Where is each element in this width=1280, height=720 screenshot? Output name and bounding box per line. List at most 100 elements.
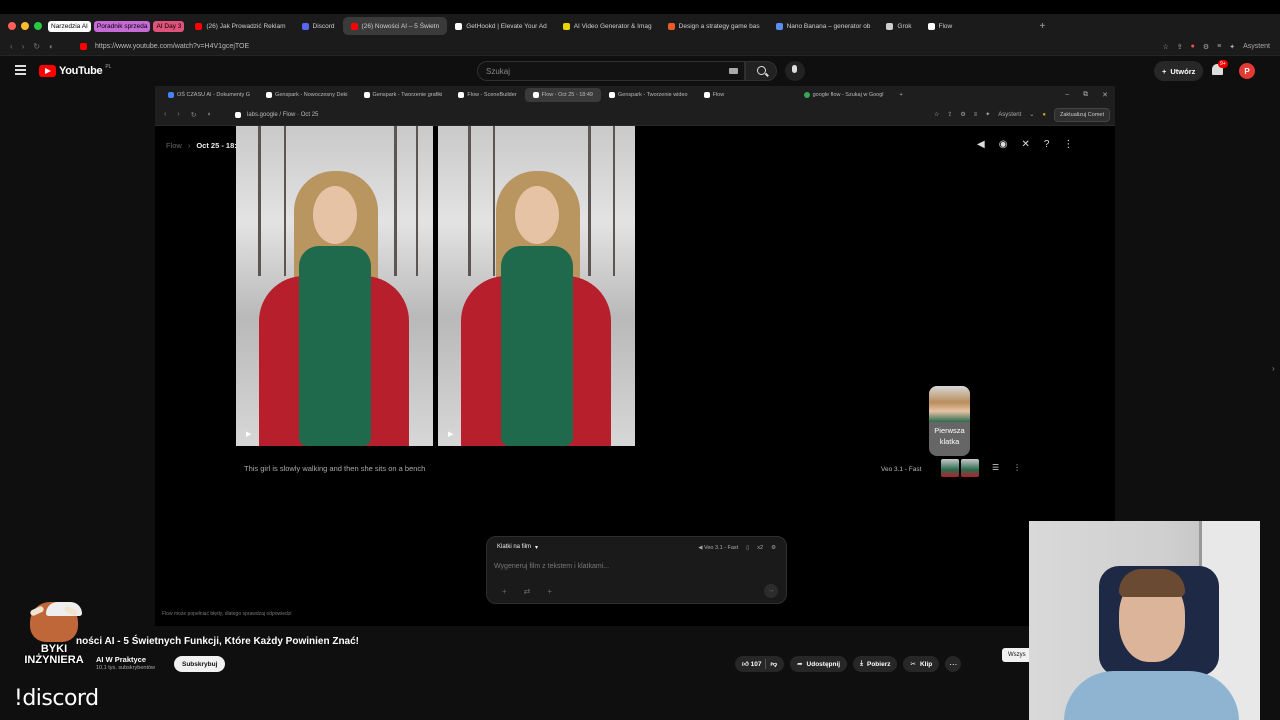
like-button[interactable]: 👍︎ 107 [742, 660, 761, 668]
model-selector[interactable]: ◀ Veo 3.1 - Fast [698, 545, 738, 551]
add-last-frame-icon[interactable]: + [547, 587, 552, 596]
browser-tab[interactable]: Grok [878, 17, 919, 35]
breadcrumb-root[interactable]: Flow [166, 141, 182, 150]
output-count[interactable]: x2 [757, 545, 763, 551]
send-arrow-icon[interactable]: → [764, 584, 778, 598]
help-icon[interactable]: ? [1044, 139, 1050, 150]
back-icon[interactable]: ‹ [164, 111, 166, 119]
menu-icon[interactable] [15, 65, 26, 77]
more-actions-button[interactable]: ⋯ [945, 656, 962, 672]
shield-icon[interactable]: ◐ [208, 111, 212, 119]
minimize-window-icon[interactable] [21, 22, 29, 30]
inner-new-tab-button[interactable]: + [892, 88, 911, 102]
bookmark-pill[interactable]: AI Day 3 [153, 20, 185, 32]
youtube-logo[interactable]: YouTube PL [39, 64, 111, 77]
maximize-window-icon[interactable] [34, 22, 42, 30]
assistant-button[interactable]: Asystent [1243, 43, 1270, 50]
sparkle-icon[interactable]: ✦ [1229, 43, 1235, 51]
browser-tab[interactable]: Flow [920, 17, 1030, 35]
chevron-down-icon[interactable]: ⌄ [1029, 111, 1034, 118]
menu-icon[interactable]: ≡ [974, 112, 978, 118]
extension-icon[interactable]: ● [1191, 43, 1195, 50]
avatar[interactable]: P [1239, 63, 1255, 79]
create-button[interactable]: + Utwórz [1154, 61, 1204, 81]
sparkle-icon[interactable]: ✦ [985, 111, 990, 118]
restore-icon[interactable]: ⧉ [1083, 91, 1088, 99]
channel-name[interactable]: AI W Praktyce [96, 655, 146, 664]
bookmark-pill[interactable]: Narzedzia AI [48, 20, 91, 32]
download-button[interactable]: ⤓ Pobierz [853, 656, 898, 672]
chevron-right-icon[interactable]: › [1272, 364, 1275, 373]
bookmark-star-icon[interactable]: ☆ [934, 111, 939, 118]
shield-icon[interactable]: ◐ [49, 42, 54, 51]
forward-icon[interactable]: › [22, 42, 25, 51]
swap-frames-icon[interactable]: ⇄ [524, 587, 531, 596]
search-button[interactable] [745, 61, 777, 81]
inner-browser-tab[interactable]: Genspark - Nowoczesny Deki [258, 88, 355, 102]
browser-tab[interactable]: GetHookd | Elevate Your Ad [447, 17, 554, 35]
share-icon[interactable]: ⇪ [947, 111, 952, 118]
extension-icon[interactable]: ● [1042, 112, 1046, 118]
list-icon[interactable]: ☰ [992, 463, 999, 472]
add-first-frame-icon[interactable]: + [502, 587, 507, 596]
forward-icon[interactable]: › [177, 111, 179, 119]
search-input[interactable]: Szukaj [477, 61, 745, 81]
browser-tab[interactable]: AI Video Generator & Imag [555, 17, 660, 35]
settings-icon[interactable]: ⚙ [960, 111, 965, 118]
update-comet-button[interactable]: Zaktualizuj Comet [1053, 107, 1110, 122]
inner-browser-tab-active[interactable]: Flow - Oct 25 - 18:49 [524, 88, 601, 102]
reload-icon[interactable]: ↻ [191, 111, 197, 119]
aspect-ratio-icon[interactable]: ▯ [746, 545, 749, 551]
frame-thumbnail[interactable] [961, 459, 979, 477]
inner-url-field[interactable]: labs.google / Flow · Oct 25 [247, 112, 318, 118]
inner-browser-tab[interactable]: Flow [696, 88, 796, 102]
share-icon[interactable]: ⇪ [1177, 43, 1183, 51]
play-icon[interactable]: ▶ [448, 430, 453, 438]
settings-sliders-icon[interactable]: ⚙ [771, 545, 776, 551]
x-logo-icon[interactable]: ✕ [1021, 139, 1029, 150]
speaker-icon[interactable]: ◀ [977, 139, 985, 150]
more-vertical-icon[interactable]: ⋮ [1013, 463, 1021, 472]
close-icon[interactable]: ✕ [1102, 91, 1108, 99]
bookmark-star-icon[interactable]: ☆ [1163, 43, 1169, 51]
frame-thumbnail[interactable] [941, 459, 959, 477]
browser-tab[interactable]: Design a strategy game bas [660, 17, 768, 35]
thumbs-up-icon: 👍︎ [742, 661, 751, 668]
mode-dropdown[interactable]: Klatki na film ▾ [497, 544, 538, 551]
url-field[interactable]: https://www.youtube.com/watch?v=H4V1gcej… [95, 43, 249, 50]
clip-button[interactable]: ✂ Klip [903, 656, 940, 672]
keyboard-icon[interactable] [729, 68, 738, 74]
menu-icon[interactable]: ≡ [1217, 43, 1221, 50]
browser-tab[interactable]: Discord [294, 17, 343, 35]
subscribe-button[interactable]: Subskrybuj [174, 656, 226, 672]
voice-search-button[interactable] [785, 61, 805, 81]
generated-video-card[interactable]: ▶ [236, 126, 433, 446]
back-icon[interactable]: ‹ [10, 42, 13, 51]
inner-browser-tab[interactable]: google flow - Szukaj w Googl [796, 88, 892, 102]
browser-tab[interactable]: (26) Jak Prowadzić Reklam [187, 17, 293, 35]
share-button[interactable]: ➦ Udostępnij [790, 656, 848, 672]
inner-browser-tab[interactable]: Flow - SceneBuilder [450, 88, 524, 102]
close-window-icon[interactable] [8, 22, 16, 30]
generated-video-card[interactable]: ▶ [438, 126, 635, 446]
filter-chip[interactable]: Wszys [1002, 648, 1032, 662]
play-icon[interactable]: ▶ [246, 430, 251, 438]
inner-browser-tab[interactable]: Genspark - Tworzenie wideo [601, 88, 696, 102]
new-tab-button[interactable]: + [1030, 21, 1056, 32]
inner-browser-tab[interactable]: Genspark - Tworzenie grafiki [356, 88, 451, 102]
reload-icon[interactable]: ↻ [33, 42, 40, 51]
video-thumbnail [438, 126, 635, 446]
prompt-input[interactable]: Wygeneruj film z tekstem i klatkami... [494, 563, 609, 570]
more-vertical-icon[interactable]: ⋮ [1063, 139, 1073, 150]
assistant-button[interactable]: Asystent [998, 112, 1021, 118]
settings-icon[interactable]: ⚙ [1203, 43, 1209, 51]
video-player[interactable]: OŚ CZASU AI - Dokumenty G Genspark - Now… [155, 86, 1115, 626]
browser-tab-active[interactable]: (26) Nowości AI – 5 Świetn [342, 17, 448, 35]
browser-tab[interactable]: Nano Banana – generator ob [768, 17, 879, 35]
inner-browser-tab[interactable]: OŚ CZASU AI - Dokumenty G [160, 88, 258, 102]
discord-icon[interactable]: ◉ [999, 139, 1008, 150]
bookmark-pill[interactable]: Poradnik sprzeda [93, 20, 151, 32]
dislike-button[interactable]: 👎︎ [770, 660, 777, 668]
minimize-icon[interactable]: – [1065, 91, 1069, 99]
search-icon [757, 66, 766, 75]
